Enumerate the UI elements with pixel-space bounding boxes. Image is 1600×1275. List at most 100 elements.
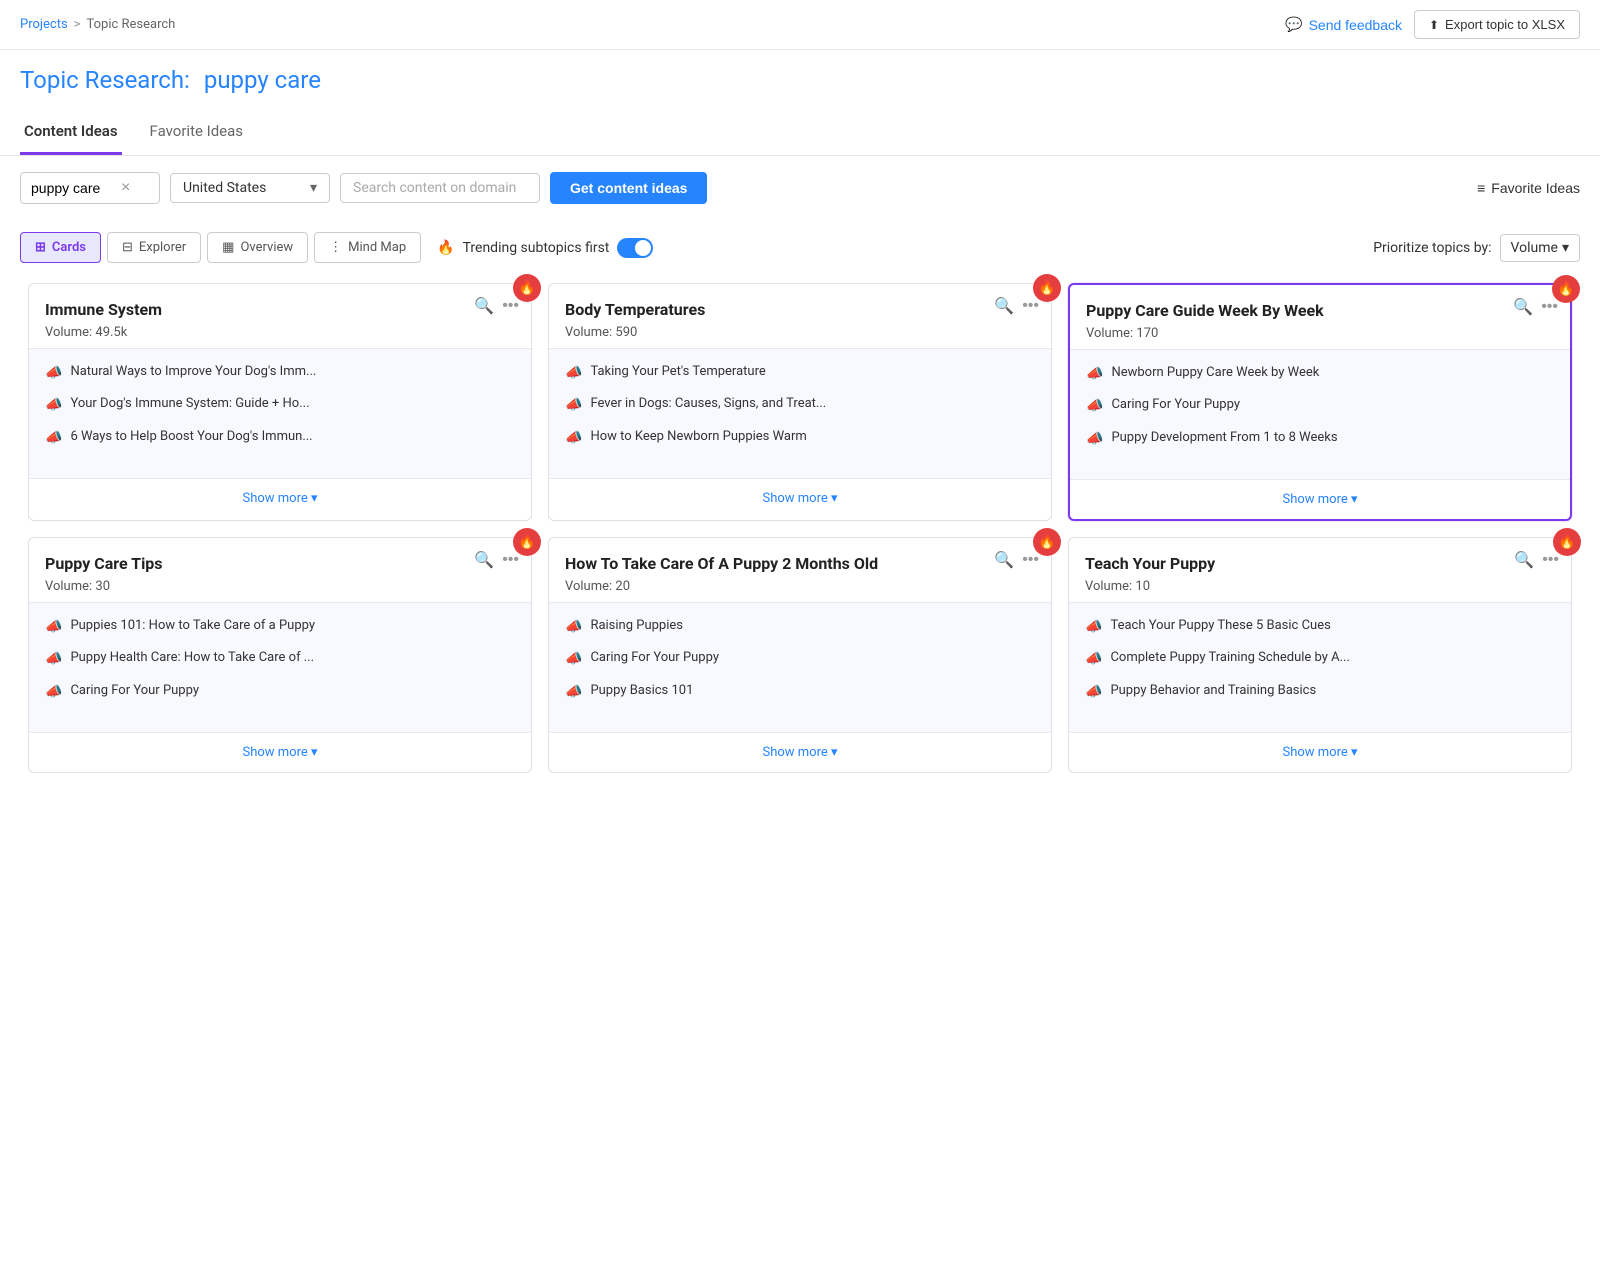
card-content: 📣 Taking Your Pet's Temperature 📣 Fever …: [549, 348, 1051, 478]
volume-selector[interactable]: Volume ▾: [1500, 234, 1580, 262]
search-card-button[interactable]: 🔍: [474, 550, 494, 570]
megaphone-icon: 📣: [565, 650, 582, 670]
content-item-text: Puppies 101: How to Take Care of a Puppy: [70, 617, 315, 635]
trending-toggle[interactable]: [617, 238, 653, 258]
more-options-button[interactable]: •••: [1542, 551, 1559, 569]
view-controls: ⊞ Cards ⊟ Explorer ▦ Overview ⋮ Mind Map…: [0, 220, 1600, 275]
card-how-to-take-care: 🔥 How To Take Care Of A Puppy 2 Months O…: [548, 537, 1052, 773]
domain-search-input[interactable]: Search content on domain: [340, 173, 540, 203]
send-feedback-button[interactable]: 💬 Send feedback: [1285, 16, 1402, 33]
keyword-search-input[interactable]: [31, 180, 121, 196]
search-card-button[interactable]: 🔍: [1514, 550, 1534, 570]
search-card-button[interactable]: 🔍: [1513, 297, 1533, 317]
more-options-button[interactable]: •••: [502, 551, 519, 569]
search-card-button[interactable]: 🔍: [994, 550, 1014, 570]
megaphone-icon: 📣: [45, 364, 62, 384]
content-item-text: Your Dog's Immune System: Guide + Ho...: [70, 395, 309, 413]
view-tab-cards[interactable]: ⊞ Cards: [20, 232, 101, 263]
content-item[interactable]: 📣 Newborn Puppy Care Week by Week: [1086, 364, 1554, 385]
trending-fire-badge: 🔥: [513, 274, 541, 302]
card-teach-your-puppy: 🔥 Teach Your Puppy Volume: 10 🔍 ••• 📣 Te…: [1068, 537, 1572, 773]
show-more-button[interactable]: Show more ▾: [29, 732, 531, 772]
megaphone-icon: 📣: [565, 429, 582, 449]
main-tabs: Content Ideas Favorite Ideas: [0, 110, 1600, 156]
card-puppy-care-tips: 🔥 Puppy Care Tips Volume: 30 🔍 ••• 📣 Pup…: [28, 537, 532, 773]
show-more-button[interactable]: Show more ▾: [1069, 732, 1571, 772]
view-tab-mindmap[interactable]: ⋮ Mind Map: [314, 232, 421, 263]
show-more-chevron: ▾: [311, 491, 318, 506]
tab-favorite-ideas[interactable]: Favorite Ideas: [146, 110, 248, 155]
trending-fire-badge: 🔥: [1553, 528, 1581, 556]
overview-icon: ▦: [222, 240, 234, 255]
card-actions: 🔍 •••: [994, 296, 1039, 316]
megaphone-icon: 📣: [565, 683, 582, 703]
card-title: Immune System: [45, 300, 455, 321]
trending-fire-badge: 🔥: [1552, 275, 1580, 303]
card-actions: 🔍 •••: [474, 296, 519, 316]
card-header: How To Take Care Of A Puppy 2 Months Old…: [549, 538, 1051, 602]
breadcrumb-separator: >: [74, 17, 81, 32]
card-title: Puppy Care Guide Week By Week: [1086, 301, 1494, 322]
country-selector[interactable]: United States ▾: [170, 173, 330, 203]
content-item[interactable]: 📣 Puppies 101: How to Take Care of a Pup…: [45, 617, 515, 638]
content-item-text: Caring For Your Puppy: [590, 649, 719, 667]
megaphone-icon: 📣: [1085, 650, 1102, 670]
card-title: How To Take Care Of A Puppy 2 Months Old: [565, 554, 975, 575]
megaphone-icon: 📣: [565, 364, 582, 384]
content-item[interactable]: 📣 Natural Ways to Improve Your Dog's Imm…: [45, 363, 515, 384]
show-more-button[interactable]: Show more ▾: [1070, 479, 1570, 519]
content-item[interactable]: 📣 Caring For Your Puppy: [45, 682, 515, 703]
content-item[interactable]: 📣 How to Keep Newborn Puppies Warm: [565, 428, 1035, 449]
content-item[interactable]: 📣 Puppy Health Care: How to Take Care of…: [45, 649, 515, 670]
view-tab-explorer[interactable]: ⊟ Explorer: [107, 232, 201, 263]
tab-content-ideas[interactable]: Content Ideas: [20, 110, 122, 155]
content-item[interactable]: 📣 Puppy Behavior and Training Basics: [1085, 682, 1555, 703]
show-more-button[interactable]: Show more ▾: [549, 478, 1051, 518]
toggle-knob: [635, 240, 651, 256]
card-header: Immune System Volume: 49.5k 🔍 •••: [29, 284, 531, 348]
more-options-button[interactable]: •••: [502, 297, 519, 315]
megaphone-icon: 📣: [45, 650, 62, 670]
search-card-button[interactable]: 🔍: [474, 296, 494, 316]
content-item[interactable]: 📣 Caring For Your Puppy: [565, 649, 1035, 670]
content-item[interactable]: 📣 Puppy Development From 1 to 8 Weeks: [1086, 429, 1554, 450]
get-ideas-button[interactable]: Get content ideas: [550, 172, 707, 204]
megaphone-icon: 📣: [45, 683, 62, 703]
favorite-ideas-button[interactable]: ≡ Favorite Ideas: [1477, 180, 1580, 196]
card-body-temperatures: 🔥 Body Temperatures Volume: 590 🔍 ••• 📣 …: [548, 283, 1052, 521]
more-options-button[interactable]: •••: [1541, 298, 1558, 316]
content-item[interactable]: 📣 Caring For Your Puppy: [1086, 396, 1554, 417]
trending-fire-badge: 🔥: [513, 528, 541, 556]
card-header: Puppy Care Guide Week By Week Volume: 17…: [1070, 285, 1570, 349]
card-content: 📣 Puppies 101: How to Take Care of a Pup…: [29, 602, 531, 732]
content-item[interactable]: 📣 Fever in Dogs: Causes, Signs, and Trea…: [565, 395, 1035, 416]
content-item[interactable]: 📣 Complete Puppy Training Schedule by A.…: [1085, 649, 1555, 670]
content-item[interactable]: 📣 Your Dog's Immune System: Guide + Ho..…: [45, 395, 515, 416]
card-header: Teach Your Puppy Volume: 10 🔍 •••: [1069, 538, 1571, 602]
export-icon: ⬆: [1429, 18, 1439, 32]
card-volume: Volume: 30: [45, 579, 515, 594]
card-title: Body Temperatures: [565, 300, 975, 321]
show-more-chevron: ▾: [831, 745, 838, 760]
more-options-button[interactable]: •••: [1022, 551, 1039, 569]
more-options-button[interactable]: •••: [1022, 297, 1039, 315]
view-tab-overview[interactable]: ▦ Overview: [207, 232, 308, 263]
megaphone-icon: 📣: [1085, 618, 1102, 638]
export-button[interactable]: ⬆ Export topic to XLSX: [1414, 10, 1580, 39]
content-item-text: Puppy Basics 101: [590, 682, 693, 700]
content-item[interactable]: 📣 Raising Puppies: [565, 617, 1035, 638]
show-more-chevron: ▾: [831, 491, 838, 506]
content-item[interactable]: 📣 Puppy Basics 101: [565, 682, 1035, 703]
keyword-search-wrapper: ×: [20, 172, 160, 204]
content-item[interactable]: 📣 6 Ways to Help Boost Your Dog's Immun.…: [45, 428, 515, 449]
content-item-text: Caring For Your Puppy: [1111, 396, 1240, 414]
content-item-text: How to Keep Newborn Puppies Warm: [590, 428, 806, 446]
show-more-button[interactable]: Show more ▾: [549, 732, 1051, 772]
search-card-button[interactable]: 🔍: [994, 296, 1014, 316]
clear-search-button[interactable]: ×: [121, 179, 130, 197]
fire-icon: 🔥: [437, 240, 454, 256]
content-item[interactable]: 📣 Teach Your Puppy These 5 Basic Cues: [1085, 617, 1555, 638]
show-more-button[interactable]: Show more ▾: [29, 478, 531, 518]
breadcrumb-projects[interactable]: Projects: [20, 17, 68, 32]
content-item[interactable]: 📣 Taking Your Pet's Temperature: [565, 363, 1035, 384]
